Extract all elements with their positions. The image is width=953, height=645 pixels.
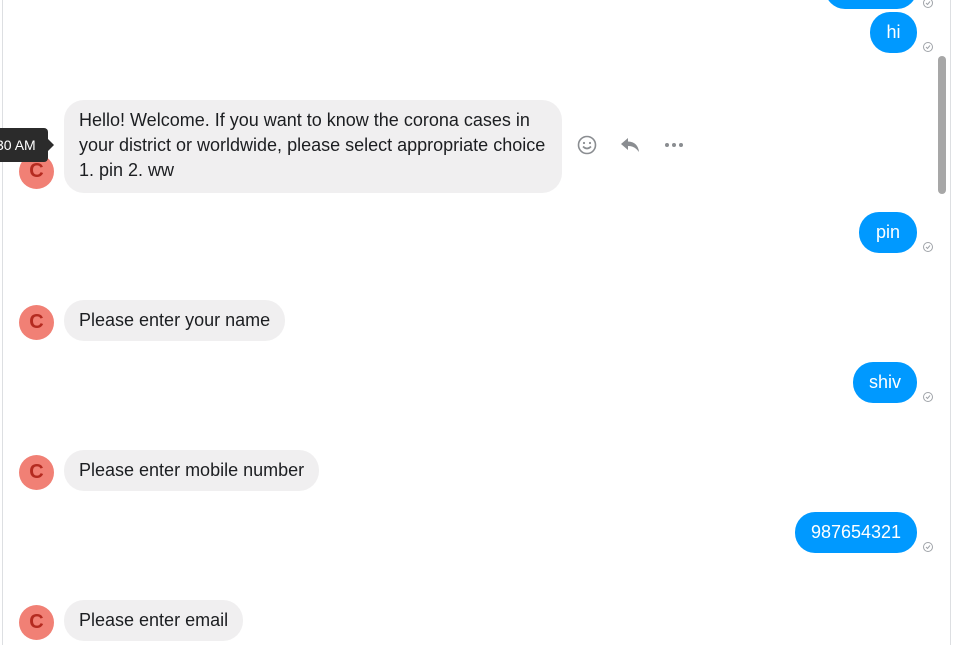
message-bubble-outgoing[interactable]: pin [859,212,917,253]
timestamp-tooltip: 30 AM [0,128,54,162]
scrollbar-thumb[interactable] [938,56,946,194]
message-bubble-incoming[interactable]: Please enter your name [64,300,286,341]
avatar: C [19,305,54,340]
message-bubble-outgoing[interactable]: hi [870,12,917,53]
avatar: C [19,605,54,640]
scrollbar[interactable] [936,0,948,645]
message-bubble-outgoing[interactable]: shiv [853,362,917,403]
read-check-icon [923,392,933,402]
message-bubble-outgoing-clipped[interactable] [825,0,917,9]
read-check-icon [923,242,933,252]
read-check-icon [923,0,933,8]
message-bubble-outgoing[interactable]: 987654321 [795,512,917,553]
message-bubble-incoming[interactable]: Please enter email [64,600,244,641]
smiley-icon[interactable] [574,132,600,158]
read-check-icon [923,42,933,52]
avatar: C [19,455,54,490]
reply-icon[interactable] [617,132,643,158]
chat-pane: hi C Hello! Welcome. If you want to know… [2,0,951,645]
more-icon[interactable] [661,132,687,158]
message-bubble-incoming[interactable]: Hello! Welcome. If you want to know the … [64,100,562,193]
read-check-icon [923,542,933,552]
message-bubble-incoming[interactable]: Please enter mobile number [64,450,320,491]
